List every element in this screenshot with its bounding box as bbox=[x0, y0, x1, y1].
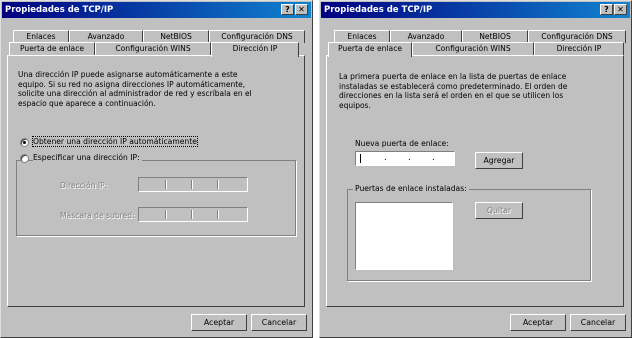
cancel-button[interactable]: Cancelar bbox=[570, 314, 626, 331]
tab-direccion-ip[interactable]: Dirección IP bbox=[211, 42, 299, 57]
radio-specify-ip[interactable] bbox=[20, 154, 29, 163]
tab-configuracion-wins[interactable]: Configuración WINS bbox=[412, 42, 534, 55]
tcpip-properties-dialog-gateway: Propiedades de TCP/IP ? ✕ Enlaces Avanza… bbox=[319, 0, 632, 338]
tab-panel-ip: Una dirección IP puede asignarse automát… bbox=[7, 55, 305, 307]
tab-configuracion-wins[interactable]: Configuración WINS bbox=[95, 42, 211, 55]
radio-specify-ip-label[interactable]: Especificar una dirección IP: bbox=[33, 153, 142, 162]
cancel-button[interactable]: Cancelar bbox=[251, 314, 307, 331]
subnet-mask-field[interactable] bbox=[138, 207, 248, 222]
new-gateway-label: Nueva puerta de enlace: bbox=[355, 139, 449, 148]
tcpip-properties-dialog-ip: Propiedades de TCP/IP ? ✕ Enlaces Avanza… bbox=[0, 0, 313, 338]
ip-groupbox bbox=[16, 160, 296, 236]
gateway-description: La primera puerta de enlace en la lista … bbox=[339, 72, 568, 110]
close-icon[interactable]: ✕ bbox=[614, 4, 627, 15]
close-icon[interactable]: ✕ bbox=[295, 4, 308, 15]
subnet-mask-label: Máscara de subred: bbox=[60, 211, 135, 220]
ip-address-label: Dirección IP: bbox=[60, 181, 108, 190]
installed-gateways-label: Puertas de enlace instaladas: bbox=[353, 184, 469, 193]
ip-address-field[interactable] bbox=[138, 177, 248, 192]
remove-button[interactable]: Quitar bbox=[475, 202, 523, 219]
ok-button[interactable]: Aceptar bbox=[191, 314, 247, 331]
window-title: Propiedades de TCP/IP bbox=[324, 5, 433, 15]
installed-gateways-list[interactable] bbox=[355, 202, 453, 270]
new-gateway-field[interactable]: . . . bbox=[355, 151, 455, 166]
tab-direccion-ip[interactable]: Dirección IP bbox=[534, 42, 624, 55]
ip-description: Una dirección IP puede asignarse automát… bbox=[18, 70, 252, 108]
ok-button[interactable]: Aceptar bbox=[510, 314, 566, 331]
title-bar: Propiedades de TCP/IP ? ✕ bbox=[321, 2, 630, 18]
window-title: Propiedades de TCP/IP bbox=[5, 5, 114, 15]
help-icon[interactable]: ? bbox=[281, 4, 294, 15]
tab-puerta-de-enlace[interactable]: Puerta de enlace bbox=[9, 42, 95, 55]
radio-obtain-auto[interactable] bbox=[20, 138, 29, 147]
tab-puerta-de-enlace[interactable]: Puerta de enlace bbox=[328, 42, 412, 57]
add-button[interactable]: Agregar bbox=[475, 152, 523, 169]
radio-obtain-auto-label[interactable]: Obtener una dirección IP automáticamente bbox=[32, 136, 198, 147]
text-cursor bbox=[360, 154, 361, 163]
tab-panel-gateway: La primera puerta de enlace en la lista … bbox=[326, 55, 624, 307]
title-bar: Propiedades de TCP/IP ? ✕ bbox=[2, 2, 311, 18]
help-icon[interactable]: ? bbox=[600, 4, 613, 15]
